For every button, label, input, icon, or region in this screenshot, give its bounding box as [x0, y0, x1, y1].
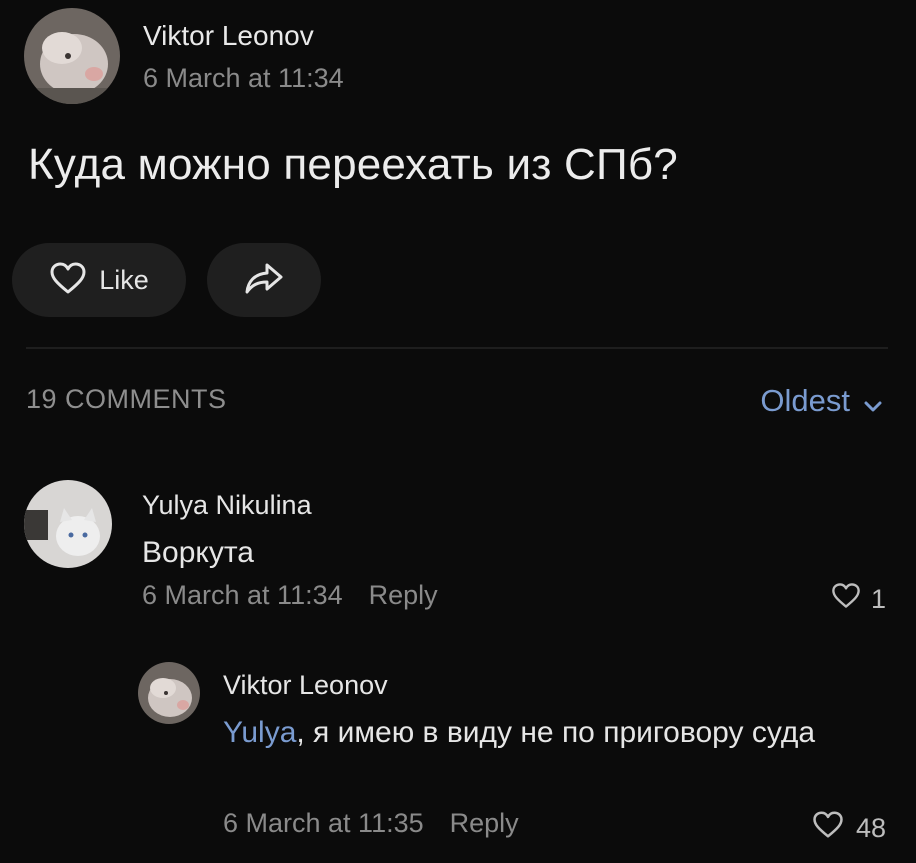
divider: [26, 347, 888, 349]
heart-icon: [49, 261, 87, 300]
like-count: 48: [855, 812, 886, 843]
reply-text: Yulya, я имею в виду не по приговору суд…: [223, 712, 863, 754]
reply-meta: 6 March at 11:35 Reply: [223, 808, 519, 839]
reply-button[interactable]: Reply: [450, 808, 519, 838]
reply-author-name[interactable]: Viktor Leonov: [223, 670, 388, 701]
reply-author-avatar[interactable]: [138, 662, 200, 724]
sort-dropdown[interactable]: Oldest: [760, 381, 882, 421]
post-page: Viktor Leonov 6 March at 11:34 Куда можн…: [0, 0, 916, 863]
like-count: 1: [870, 583, 886, 614]
reply-like-button[interactable]: 48: [812, 810, 886, 846]
post-text: Куда можно переехать из СПб?: [28, 140, 678, 189]
comment-author-name[interactable]: Yulya Nikulina: [142, 490, 312, 521]
chevron-down-icon: [864, 385, 882, 421]
commenter-avatar[interactable]: [24, 480, 112, 568]
post-author-name[interactable]: Viktor Leonov: [143, 20, 314, 52]
sort-label: Oldest: [760, 383, 850, 418]
like-button[interactable]: Like: [12, 243, 186, 317]
mention-link[interactable]: Yulya: [223, 716, 296, 749]
comment-like-button[interactable]: 1: [831, 582, 886, 616]
reply-button[interactable]: Reply: [369, 580, 438, 610]
author-avatar[interactable]: [24, 8, 120, 104]
reply-body: , я имею в виду не по приговору суда: [296, 716, 816, 749]
post-timestamp: 6 March at 11:34: [143, 63, 344, 93]
like-label: Like: [99, 264, 149, 295]
comments-count: 19 COMMENTS: [26, 384, 227, 414]
reply-timestamp: 6 March at 11:35: [223, 808, 424, 838]
comment-text: Воркута: [142, 536, 254, 569]
comment-meta: 6 March at 11:34 Reply: [142, 580, 438, 611]
comment-timestamp: 6 March at 11:34: [142, 580, 343, 610]
heart-icon: [812, 810, 844, 846]
share-icon: [244, 261, 284, 300]
share-button[interactable]: [207, 243, 321, 317]
heart-icon: [831, 582, 861, 616]
